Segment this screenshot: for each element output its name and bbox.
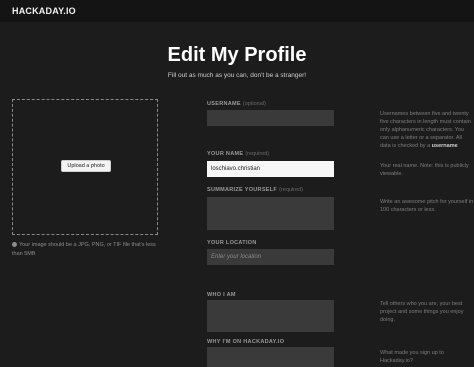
info-icon	[12, 242, 17, 248]
why-here-label: WHY I'M ON HACKADAY.IO	[207, 339, 284, 345]
your-name-field[interactable]: loschiavo.christian	[207, 161, 334, 177]
location-label: YOUR LOCATION	[207, 240, 257, 246]
your-name-hint: Your real name. Note: this is publicly v…	[380, 163, 469, 177]
page-subtitle: Fill out as much as you can, don't be a …	[167, 72, 307, 79]
upload-photo-button[interactable]: Upload a photo	[61, 160, 111, 172]
summarize-hint: Write an awesome pitch for yourself in 1…	[380, 199, 474, 213]
location-label-text: YOUR LOCATION	[207, 240, 257, 246]
username-label-text: USERNAME	[207, 101, 241, 107]
your-name-label: YOUR NAME (required)	[207, 151, 269, 157]
page-title: Edit My Profile	[167, 44, 307, 66]
why-here-textarea[interactable]	[207, 347, 334, 367]
username-hint: Usernames between five and twenty five c…	[380, 110, 474, 150]
upload-note: Your image should be a JPG, PNG, or TIF …	[12, 241, 162, 258]
username-field[interactable]	[207, 110, 334, 126]
upload-note-text: Your image should be a JPG, PNG, or TIF …	[12, 242, 156, 257]
who-i-am-label-text: WHO I AM	[207, 292, 236, 298]
why-here-label-text: WHY I'M ON HACKADAY.IO	[207, 339, 285, 345]
top-navigation-bar: HACKADAY.IO	[0, 0, 474, 22]
why-here-hint: What made you sign up to Hackaday.io?	[380, 350, 444, 364]
who-i-am-hint: Tell others who you are, your best proje…	[380, 301, 464, 323]
username-hint-strong: username	[431, 143, 458, 149]
summarize-textarea[interactable]	[207, 197, 334, 230]
location-field[interactable]: Enter your location	[207, 249, 334, 265]
who-i-am-label: WHO I AM	[207, 292, 236, 298]
who-i-am-textarea[interactable]	[207, 300, 334, 332]
your-name-required-tag: (required)	[245, 151, 270, 157]
summarize-label: SUMMARIZE YOURSELF (required)	[207, 187, 303, 193]
hackaday-logo[interactable]: HACKADAY.IO	[12, 6, 76, 16]
summarize-label-text: SUMMARIZE YOURSELF	[207, 187, 278, 193]
summarize-required-tag: (required)	[279, 187, 303, 193]
your-name-label-text: YOUR NAME	[207, 151, 244, 157]
username-optional-tag: (optional)	[242, 101, 266, 107]
username-label: USERNAME (optional)	[207, 101, 266, 107]
